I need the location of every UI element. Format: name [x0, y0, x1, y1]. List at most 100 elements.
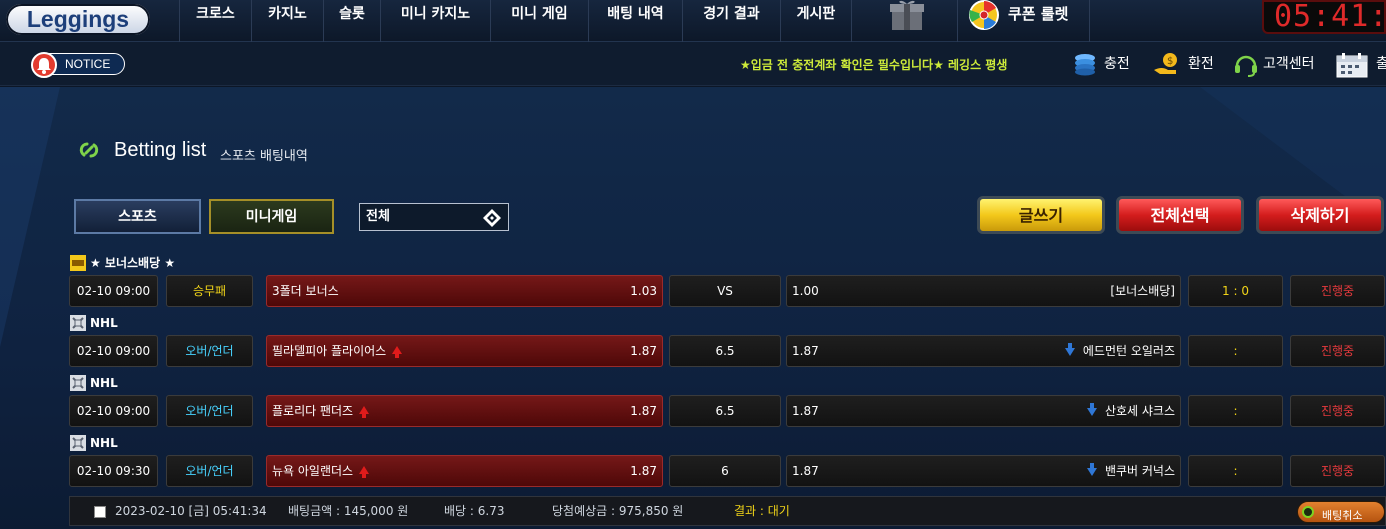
roulette-wheel-icon [969, 0, 999, 30]
status-cell: 진행중 [1290, 335, 1385, 367]
home-team-name: 플로리다 팬더즈 [272, 404, 354, 418]
filter-value: 전체 [366, 209, 390, 224]
bet-type: 승무패 [166, 275, 253, 307]
top-navigation-bar: Leggings 크로스 카지노 슬롯 미니 카지노 미니 게임 배팅 내역 경… [0, 0, 1386, 42]
score-cell: : [1188, 455, 1283, 487]
select-checkbox[interactable] [94, 506, 106, 518]
deposit-link[interactable]: 충전 [1072, 50, 1136, 78]
filter-select[interactable]: 전체 [359, 203, 509, 231]
bet-type: 오버/언더 [166, 455, 253, 487]
home-team-cell[interactable]: 플로리다 팬더즈 1.87 [266, 395, 663, 427]
tab-sports[interactable]: 스포츠 [74, 199, 201, 234]
away-team-cell[interactable]: 1.87 산호세 샤크스 [786, 395, 1181, 427]
status-cell: 진행중 [1290, 455, 1385, 487]
bet-type: 오버/언더 [166, 395, 253, 427]
nav-board[interactable]: 게시판 [780, 0, 852, 42]
league-name: NHL [90, 376, 118, 390]
arrow-up-icon [392, 346, 403, 358]
home-team-cell[interactable]: 필라델피아 플라이어스 1.87 [266, 335, 663, 367]
handicap-cell: 6.5 [669, 335, 781, 367]
calendar-icon [1336, 53, 1368, 78]
notice-button[interactable]: NOTICE [31, 52, 125, 78]
write-button[interactable]: 글쓰기 [977, 196, 1105, 234]
nav-betting-history[interactable]: 배팅 내역 [588, 0, 682, 42]
bet-datetime: 2023-02-10 [금] 05:41:34 [115, 504, 267, 518]
bet-result: 결과 : 대기 [734, 504, 790, 518]
coupon-roulette-button[interactable]: 쿠폰 룰렛 [957, 0, 1090, 42]
delete-button[interactable]: 삭제하기 [1256, 196, 1384, 234]
nav-casino[interactable]: 카지노 [251, 0, 323, 42]
status-cell: 진행중 [1290, 275, 1385, 307]
exchange-icon: $ [1154, 53, 1177, 74]
away-team-cell[interactable]: 1.87 밴쿠버 커넉스 [786, 455, 1181, 487]
svg-text:$: $ [1167, 56, 1173, 67]
attendance-label: 출 [1376, 56, 1386, 72]
cancel-bet-button[interactable]: 배팅취소 [1297, 501, 1385, 523]
away-odds: 1.00 [792, 284, 819, 298]
home-odds: 1.87 [630, 344, 657, 358]
bet-odds: 배당 : 6.73 [444, 504, 505, 518]
notice-bar: NOTICE ★입금 전 충전계좌 확인은 필수입니다★ 레깅스 평생 충전 $… [0, 42, 1386, 86]
tab-minigame[interactable]: 미니게임 [209, 199, 334, 234]
league-name: ★ 보너스배당 ★ [90, 256, 176, 270]
nhl-icon [70, 315, 86, 331]
customer-center-link[interactable]: 고객센터 [1233, 50, 1323, 78]
home-team-cell[interactable]: 뉴욕 아일랜더스 1.87 [266, 455, 663, 487]
arrow-down-icon [1086, 403, 1097, 416]
bet-date: 02-10 09:00 [69, 275, 158, 307]
nav-slot[interactable]: 슬롯 [323, 0, 380, 42]
score-cell: : [1188, 335, 1283, 367]
withdraw-label: 환전 [1188, 56, 1214, 72]
notice-marquee: ★입금 전 충전계좌 확인은 필수입니다★ 레깅스 평생 [740, 58, 1008, 72]
handicap-cell: VS [669, 275, 781, 307]
away-odds: 1.87 [792, 464, 819, 478]
customer-center-label: 고객센터 [1263, 56, 1315, 72]
league-name: NHL [90, 316, 118, 330]
bet-date: 02-10 09:00 [69, 395, 158, 427]
nav-cross[interactable]: 크로스 [179, 0, 251, 42]
home-odds: 1.03 [630, 284, 657, 298]
away-team-wrapper: 산호세 샤크스 [1086, 396, 1175, 426]
away-team-cell[interactable]: 1.00 [보너스배당] [786, 275, 1181, 307]
headset-icon [1235, 55, 1257, 77]
select-all-button[interactable]: 전체선택 [1116, 196, 1244, 234]
bet-type: 오버/언더 [166, 335, 253, 367]
arrow-down-icon [1086, 463, 1097, 476]
nav-mini-game[interactable]: 미니 게임 [490, 0, 588, 42]
away-team-name: [보너스배당] [1110, 284, 1175, 298]
cancel-bet-label: 배팅취소 [1322, 509, 1363, 522]
nav-match-results[interactable]: 경기 결과 [682, 0, 780, 42]
handicap-cell: 6 [669, 455, 781, 487]
digital-clock: 05:41:3 [1262, 0, 1386, 34]
nhl-icon [70, 435, 86, 451]
away-odds: 1.87 [792, 404, 819, 418]
score-cell: 1 : 0 [1188, 275, 1283, 307]
home-team-cell[interactable]: 3폴더 보너스 1.03 [266, 275, 663, 307]
gift-box-icon[interactable] [888, 0, 926, 30]
arrow-down-icon [1064, 343, 1075, 356]
attendance-link[interactable]: 출 [1336, 50, 1386, 78]
deposit-label: 충전 [1104, 56, 1130, 72]
home-team-name: 필라델피아 플라이어스 [272, 344, 387, 358]
home-odds: 1.87 [630, 464, 657, 478]
coins-icon [1075, 54, 1095, 76]
status-cell: 진행중 [1290, 395, 1385, 427]
arrow-up-icon [359, 466, 370, 478]
link-icon [79, 142, 99, 158]
notice-label: NOTICE [65, 57, 111, 71]
bet-date: 02-10 09:30 [69, 455, 158, 487]
away-team-name: 산호세 샤크스 [1104, 404, 1175, 418]
coupon-label: 쿠폰 룰렛 [1008, 5, 1069, 23]
withdraw-link[interactable]: $ 환전 [1152, 50, 1218, 78]
nav-mini-casino[interactable]: 미니 카지노 [380, 0, 490, 42]
nhl-icon [70, 375, 86, 391]
site-logo[interactable]: Leggings [6, 4, 150, 35]
diamond-dropdown-icon [483, 209, 501, 227]
home-team-name: 3폴더 보너스 [272, 284, 339, 298]
away-team-wrapper: [보너스배당] [1110, 276, 1175, 306]
radio-dot-icon [1302, 506, 1314, 518]
away-team-wrapper: 에드먼턴 오일러즈 [1064, 336, 1175, 366]
league-name: NHL [90, 436, 118, 450]
away-team-cell[interactable]: 1.87 에드먼턴 오일러즈 [786, 335, 1181, 367]
away-team-wrapper: 밴쿠버 커넉스 [1086, 456, 1175, 486]
